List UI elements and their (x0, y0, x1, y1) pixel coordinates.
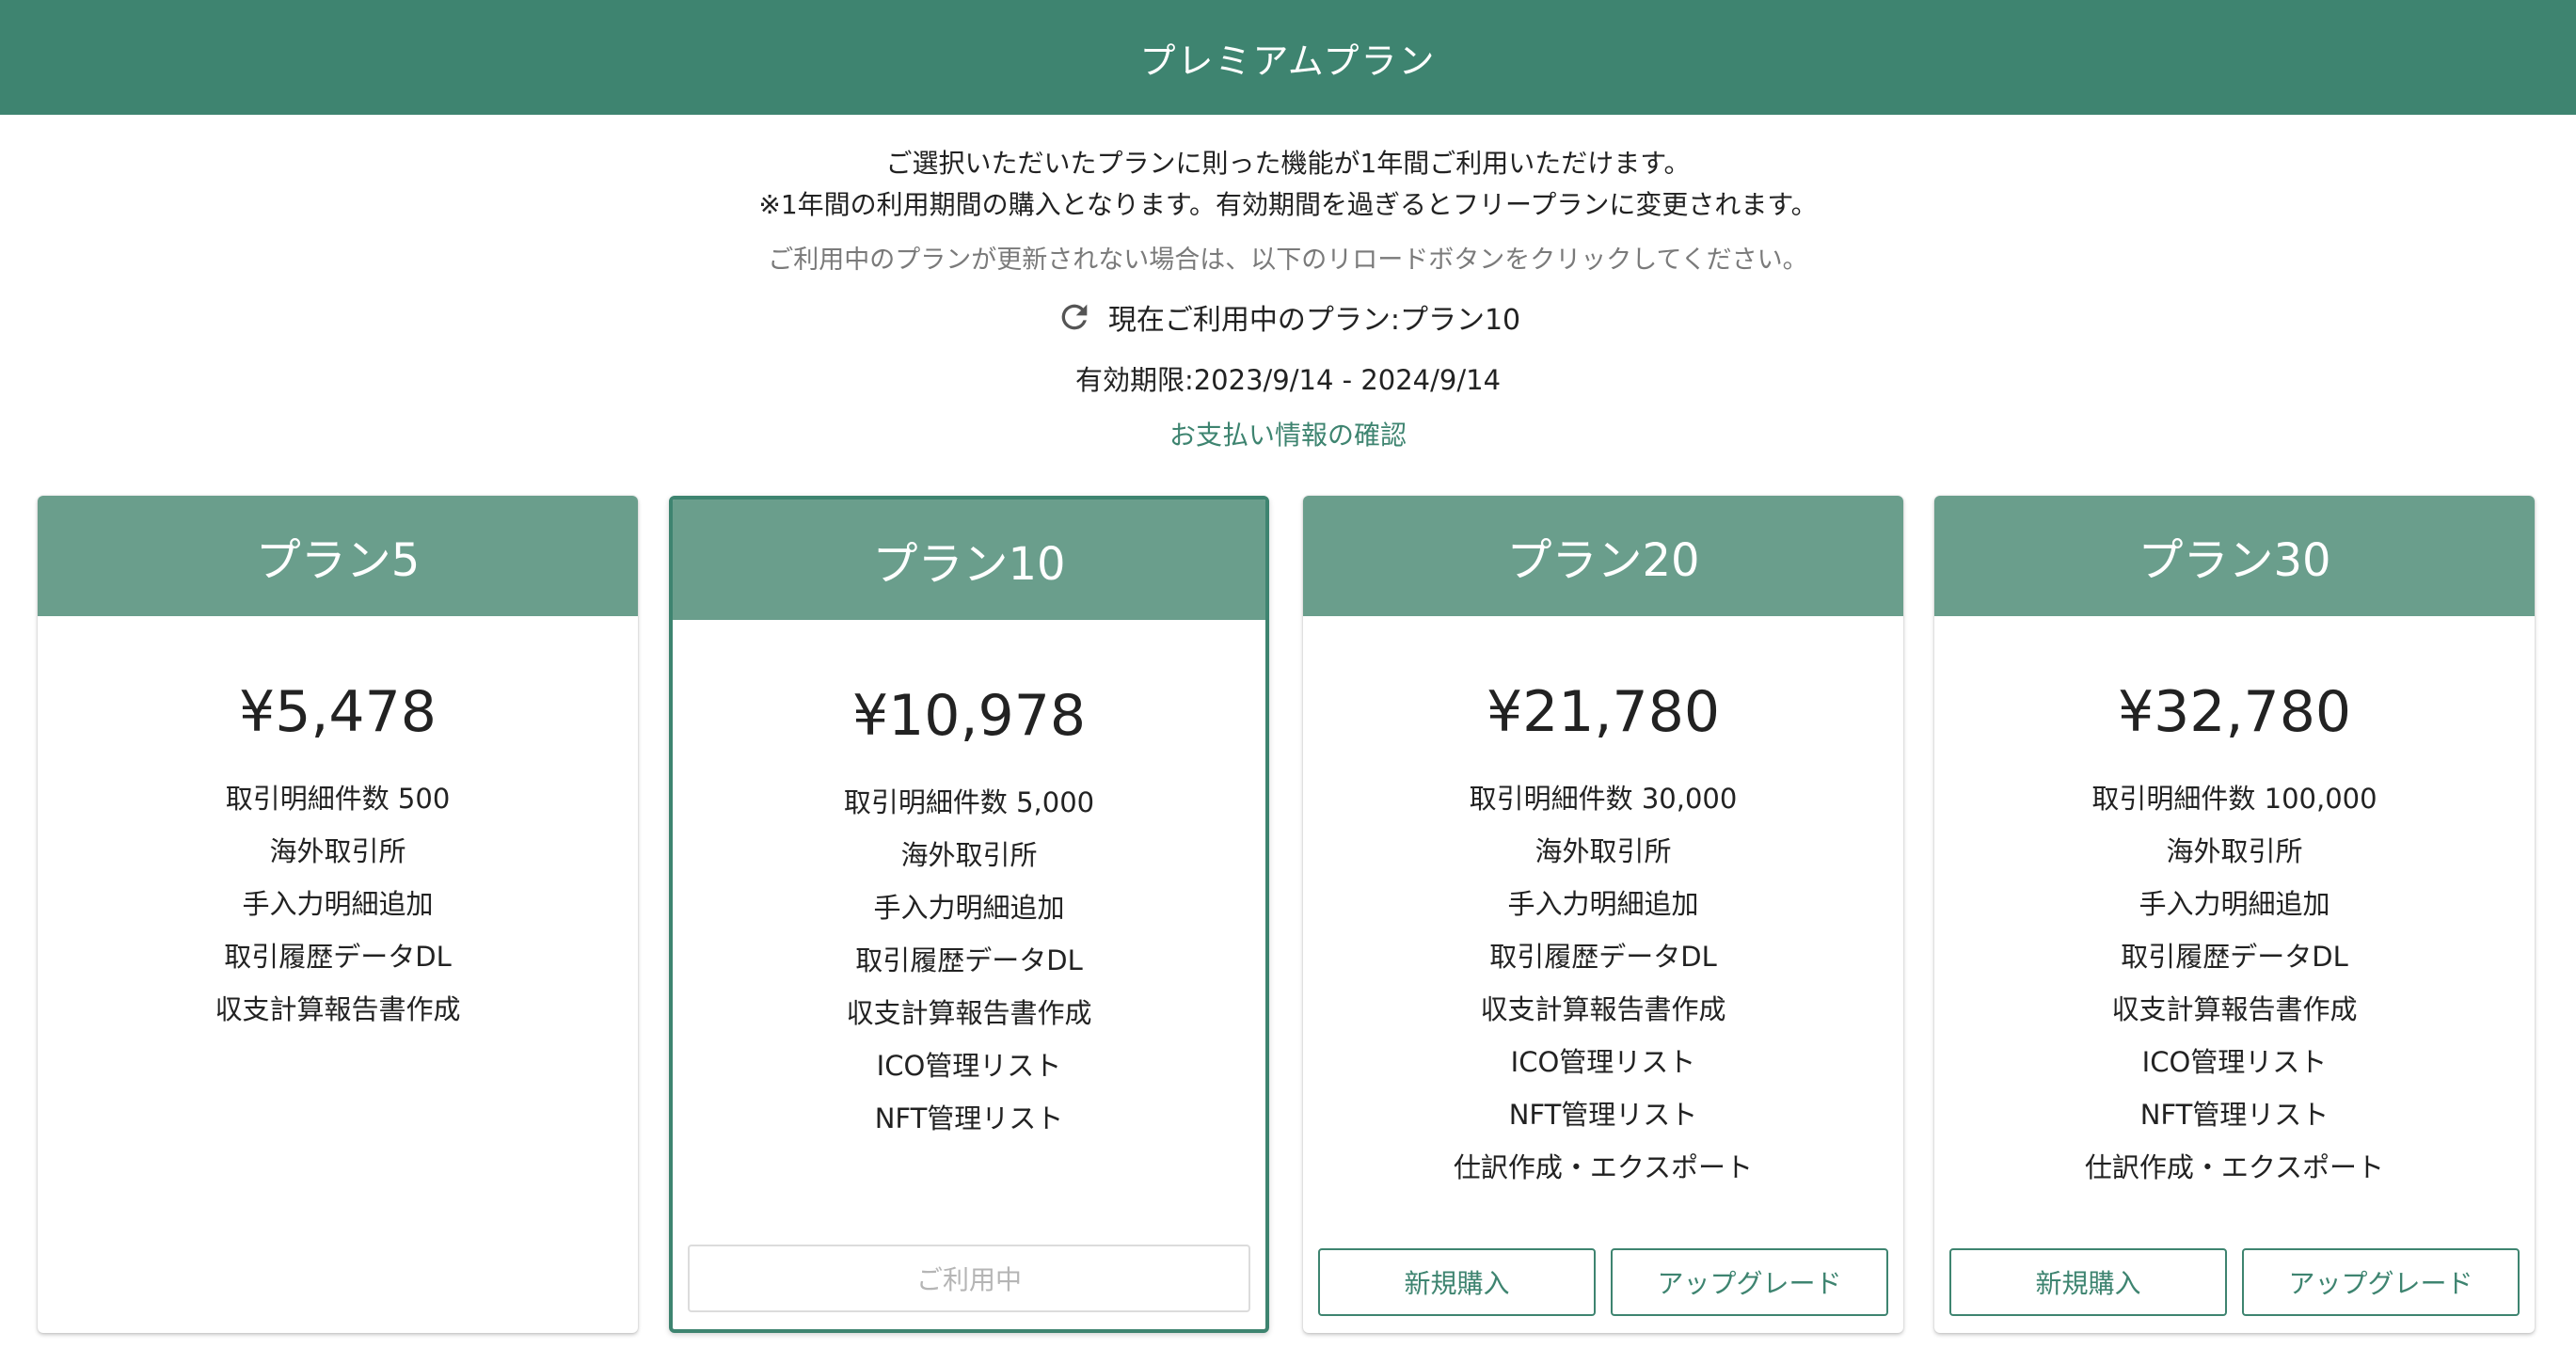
feature-item: 海外取引所 (1534, 835, 1672, 867)
page-title: プレミアムプラン (1139, 40, 1437, 82)
feature-item: 取引明細件数 100,000 (2091, 783, 2377, 815)
feature-item: 取引明細件数 30,000 (1469, 783, 1738, 815)
upgrade-button[interactable]: アップグレード (2242, 1248, 2520, 1316)
plan-actions: ご利用中 (688, 1245, 1250, 1312)
plan-price: ¥10,978 (851, 683, 1087, 749)
feature-item: NFT管理リスト (2139, 1099, 2330, 1131)
reload-note: ご利用中のプランが更新されない場合は、以下のリロードボタンをクリックしてください… (768, 246, 1808, 275)
feature-item: NFT管理リスト (874, 1102, 1064, 1134)
current-plan-text: 現在ご利用中のプラン:プラン10 (1107, 304, 1521, 337)
plan-title: プラン5 (255, 534, 421, 587)
description-line-2: ※1年間の利用期間の購入となります。有効期間を過ぎるとフリープランに変更されます… (758, 189, 1818, 220)
feature-item: 手入力明細追加 (242, 888, 434, 920)
plan-title: プラン20 (1506, 534, 1700, 587)
feature-item: 仕訳作成・エクスポート (2084, 1151, 2385, 1183)
page-header: プレミアムプラン (0, 0, 2576, 115)
feature-list: 取引明細件数 5,000 海外取引所 手入力明細追加 取引履歴データDL 収支計… (673, 776, 1265, 1145)
plan-card-header: プラン10 (673, 500, 1265, 620)
feature-item: 取引履歴データDL (224, 941, 452, 973)
payment-info-link[interactable]: お支払い情報の確認 (0, 415, 2576, 452)
feature-item: 取引履歴データDL (1489, 941, 1717, 973)
feature-item: ICO管理リスト (876, 1050, 1062, 1082)
current-plan-button: ご利用中 (688, 1245, 1250, 1312)
reload-icon[interactable] (1056, 298, 1093, 336)
feature-item: 取引履歴データDL (2121, 941, 2348, 973)
feature-item: 手入力明細追加 (873, 892, 1065, 924)
plan-card-5: プラン5 ¥5,478 取引明細件数 500 海外取引所 手入力明細追加 取引履… (38, 496, 638, 1333)
plan-card-header: プラン20 (1303, 496, 1903, 616)
plan-price: ¥21,780 (1486, 679, 1721, 745)
plan-card-20: プラン20 ¥21,780 取引明細件数 30,000 海外取引所 手入力明細追… (1303, 496, 1903, 1333)
upgrade-button[interactable]: アップグレード (1611, 1248, 1888, 1316)
feature-item: 収支計算報告書作成 (2111, 993, 2358, 1025)
expiry-text: 有効期限:2023/9/14 - 2024/9/14 (1074, 364, 1502, 396)
new-purchase-button[interactable]: 新規購入 (1318, 1248, 1596, 1316)
feature-item: 海外取引所 (2166, 835, 2303, 867)
feature-item: 手入力明細追加 (1507, 888, 1699, 920)
feature-item: 海外取引所 (900, 839, 1038, 871)
plan-card-header: プラン30 (1934, 496, 2535, 616)
new-purchase-button[interactable]: 新規購入 (1949, 1248, 2227, 1316)
feature-list: 取引明細件数 500 海外取引所 手入力明細追加 取引履歴データDL 収支計算報… (38, 772, 638, 1036)
plan-info: ご選択いただいたプランに則った機能が1年間ご利用いただけます。 ※1年間の利用期… (0, 143, 2576, 452)
feature-item: ICO管理リスト (2141, 1046, 2328, 1078)
feature-item: 仕訳作成・エクスポート (1453, 1151, 1754, 1183)
feature-item: 取引履歴データDL (855, 944, 1083, 976)
feature-item: 収支計算報告書作成 (215, 993, 461, 1025)
feature-item: 収支計算報告書作成 (1480, 993, 1726, 1025)
current-plan-row: 現在ご利用中のプラン:プラン10 (0, 296, 2576, 338)
plan-card-10: プラン10 ¥10,978 取引明細件数 5,000 海外取引所 手入力明細追加… (669, 496, 1269, 1333)
feature-item: 取引明細件数 500 (225, 783, 451, 815)
plan-card-header: プラン5 (38, 496, 638, 616)
plan-cards: プラン5 ¥5,478 取引明細件数 500 海外取引所 手入力明細追加 取引履… (38, 496, 2535, 1333)
plan-price: ¥5,478 (239, 679, 437, 745)
feature-item: ICO管理リスト (1510, 1046, 1696, 1078)
feature-item: 海外取引所 (269, 835, 406, 867)
plan-price: ¥32,780 (2117, 679, 2352, 745)
plan-card-30: プラン30 ¥32,780 取引明細件数 100,000 海外取引所 手入力明細… (1934, 496, 2535, 1333)
feature-list: 取引明細件数 100,000 海外取引所 手入力明細追加 取引履歴データDL 収… (1934, 772, 2535, 1194)
plan-title: プラン30 (2138, 534, 2331, 587)
feature-item: NFT管理リスト (1508, 1099, 1698, 1131)
description-line-1: ご選択いただいたプランに則った機能が1年間ご利用いただけます。 (885, 148, 1691, 179)
feature-item: 取引明細件数 5,000 (843, 786, 1095, 818)
feature-item: 収支計算報告書作成 (846, 997, 1092, 1029)
plan-actions: 新規購入 アップグレード (1318, 1248, 1888, 1316)
feature-list: 取引明細件数 30,000 海外取引所 手入力明細追加 取引履歴データDL 収支… (1303, 772, 1903, 1194)
feature-item: 手入力明細追加 (2139, 888, 2330, 920)
plan-title: プラン10 (872, 538, 1066, 591)
plan-actions: 新規購入 アップグレード (1949, 1248, 2520, 1316)
